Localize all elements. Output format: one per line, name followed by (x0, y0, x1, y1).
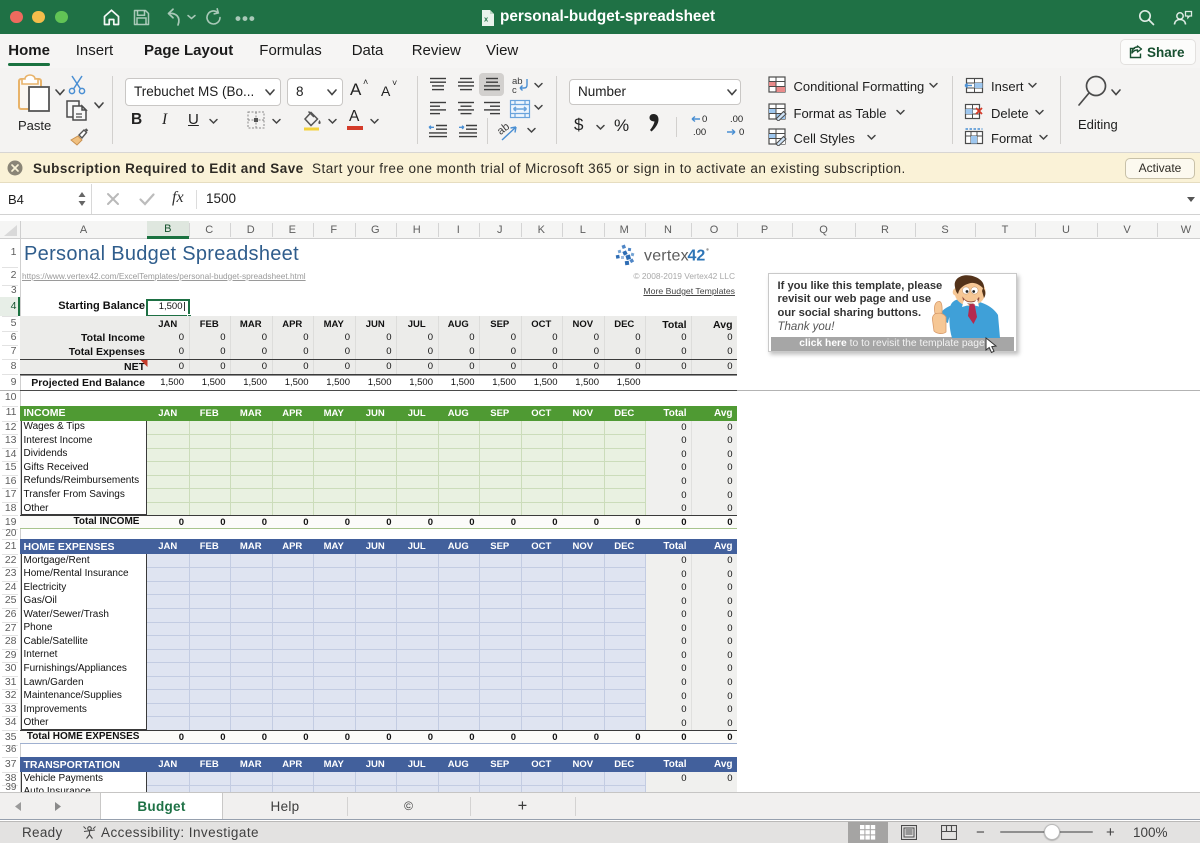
svg-text:ab: ab (498, 121, 512, 138)
svg-text:0: 0 (739, 127, 744, 138)
svg-text:0: 0 (702, 114, 707, 125)
svg-text:42: 42 (688, 248, 706, 265)
svg-text:vertex: vertex (644, 248, 689, 265)
svg-text:.00: .00 (730, 114, 743, 125)
svg-text:.00: .00 (693, 127, 706, 138)
svg-text:c: c (512, 85, 517, 95)
